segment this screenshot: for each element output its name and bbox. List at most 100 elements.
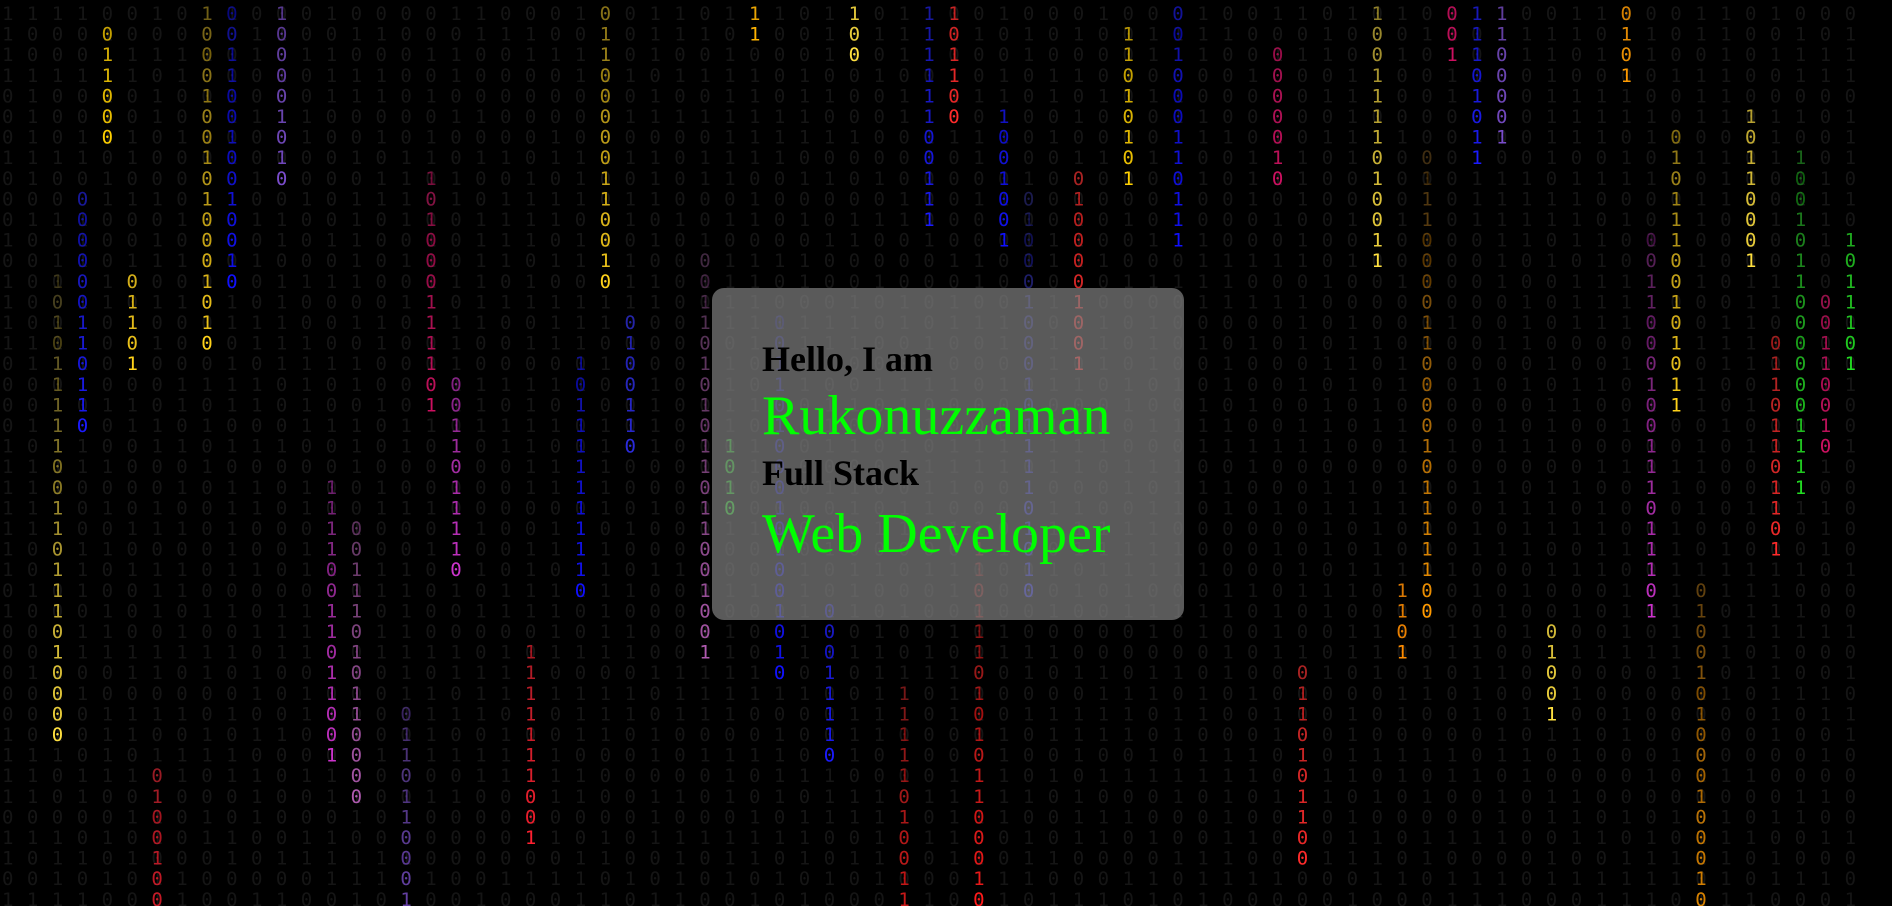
rain-glyph-faint: 1 [450, 312, 461, 334]
rain-glyph-faint: 0 [176, 271, 187, 293]
rain-glyph: 1 [699, 456, 710, 478]
rain-glyph: 1 [575, 353, 586, 375]
rain-glyph-faint: 0 [1471, 724, 1482, 746]
rain-glyph-faint: 0 [1123, 3, 1134, 25]
rain-glyph-faint: 1 [1720, 65, 1731, 87]
rain-glyph-faint: 1 [475, 250, 486, 272]
rain-glyph: 1 [1297, 683, 1308, 705]
rain-glyph-faint: 0 [550, 353, 561, 375]
rain-glyph: 0 [849, 24, 860, 46]
rain-glyph-faint: 1 [1023, 24, 1034, 46]
rain-glyph-faint: 0 [674, 497, 685, 519]
rain-glyph: 0 [102, 85, 113, 107]
rain-glyph-faint: 1 [1720, 683, 1731, 705]
rain-glyph-faint: 1 [1571, 168, 1582, 190]
rain-glyph: 1 [749, 24, 760, 46]
rain-glyph-faint: 1 [1795, 621, 1806, 643]
rain-glyph-faint: 0 [1247, 230, 1258, 252]
rain-glyph-faint: 0 [1272, 848, 1283, 870]
rain-glyph-faint: 1 [1571, 271, 1582, 293]
rain-glyph-faint: 0 [1745, 806, 1756, 828]
rain-glyph: 1 [1396, 642, 1407, 664]
rain-glyph-faint: 1 [201, 600, 212, 622]
rain-glyph-faint: 0 [500, 65, 511, 87]
rain-glyph: 1 [824, 703, 835, 725]
rain-glyph-faint: 1 [176, 889, 187, 906]
rain-glyph-faint: 0 [500, 786, 511, 808]
rain-glyph: 0 [1795, 394, 1806, 416]
rain-glyph: 1 [1446, 44, 1457, 66]
rain-glyph-faint: 1 [1670, 600, 1681, 622]
rain-glyph-faint: 1 [500, 374, 511, 396]
rain-glyph-faint: 1 [276, 230, 287, 252]
rain-glyph: 1 [351, 683, 362, 705]
rain-glyph-faint: 1 [425, 127, 436, 149]
rain-glyph-faint: 1 [1521, 168, 1532, 190]
rain-glyph-faint: 1 [1372, 539, 1383, 561]
rain-glyph-faint: 0 [251, 147, 262, 169]
rain-glyph-faint: 1 [1048, 85, 1059, 107]
rain-glyph-faint: 0 [1023, 3, 1034, 25]
rain-glyph-faint: 1 [1222, 662, 1233, 684]
rain-glyph: 1 [450, 477, 461, 499]
rain-glyph-faint: 0 [1471, 394, 1482, 416]
rain-glyph-faint: 0 [1845, 85, 1856, 107]
rain-glyph: 0 [1272, 65, 1283, 87]
rain-glyph: 0 [600, 127, 611, 149]
rain-glyph: 0 [1297, 724, 1308, 746]
rain-glyph-faint: 0 [774, 168, 785, 190]
rain-glyph-faint: 1 [1546, 353, 1557, 375]
rain-glyph: 1 [699, 497, 710, 519]
rain-glyph-faint: 0 [1820, 765, 1831, 787]
rain-glyph-faint: 1 [699, 147, 710, 169]
rain-glyph-faint: 1 [1546, 477, 1557, 499]
rain-glyph-faint: 1 [151, 703, 162, 725]
rain-glyph-faint: 0 [1023, 683, 1034, 705]
rain-glyph-faint: 0 [2, 85, 13, 107]
rain-glyph-faint: 0 [102, 806, 113, 828]
rain-glyph-faint: 1 [1297, 374, 1308, 396]
rain-glyph-faint: 0 [1446, 848, 1457, 870]
rain-glyph-faint: 1 [1745, 312, 1756, 334]
rain-glyph-faint: 1 [1546, 188, 1557, 210]
rain-glyph-faint: 0 [1720, 250, 1731, 272]
rain-glyph: 0 [151, 765, 162, 787]
rain-glyph-faint: 1 [1695, 24, 1706, 46]
rain-glyph-faint: 1 [1322, 662, 1333, 684]
rain-glyph-faint: 0 [1546, 827, 1557, 849]
rain-glyph: 0 [600, 271, 611, 293]
rain-glyph-faint: 0 [201, 683, 212, 705]
rain-glyph-faint: 0 [625, 786, 636, 808]
rain-glyph-faint: 0 [1596, 209, 1607, 231]
rain-glyph-faint: 1 [625, 271, 636, 293]
rain-glyph-faint: 0 [1521, 786, 1532, 808]
rain-glyph-faint: 0 [575, 621, 586, 643]
rain-glyph: 1 [226, 188, 237, 210]
rain-glyph-faint: 1 [1745, 291, 1756, 313]
rain-glyph-faint: 1 [1247, 827, 1258, 849]
rain-glyph-faint: 1 [1446, 559, 1457, 581]
rain-glyph-faint: 1 [1521, 188, 1532, 210]
rain-glyph-faint: 1 [1322, 415, 1333, 437]
rain-glyph-faint: 0 [1272, 683, 1283, 705]
rain-glyph-faint: 0 [400, 477, 411, 499]
rain-glyph-faint: 0 [625, 827, 636, 849]
rain-glyph-faint: 0 [1446, 394, 1457, 416]
rain-glyph-faint: 1 [1247, 333, 1258, 355]
rain-glyph: 1 [1372, 127, 1383, 149]
rain-glyph-faint: 0 [1048, 44, 1059, 66]
rain-glyph: 0 [948, 24, 959, 46]
rain-glyph-faint: 0 [376, 415, 387, 437]
rain-glyph-faint: 1 [849, 786, 860, 808]
rain-glyph-faint: 0 [450, 250, 461, 272]
rain-glyph: 1 [973, 786, 984, 808]
rain-glyph-faint: 0 [1845, 765, 1856, 787]
rain-glyph-faint: 0 [799, 724, 810, 746]
rain-glyph-faint: 0 [251, 271, 262, 293]
rain-glyph-faint: 1 [201, 827, 212, 849]
rain-glyph-faint: 1 [1596, 85, 1607, 107]
rain-glyph-faint: 1 [1147, 745, 1158, 767]
rain-glyph-faint: 1 [276, 848, 287, 870]
rain-glyph-faint: 1 [151, 436, 162, 458]
rain-glyph-faint: 1 [849, 724, 860, 746]
